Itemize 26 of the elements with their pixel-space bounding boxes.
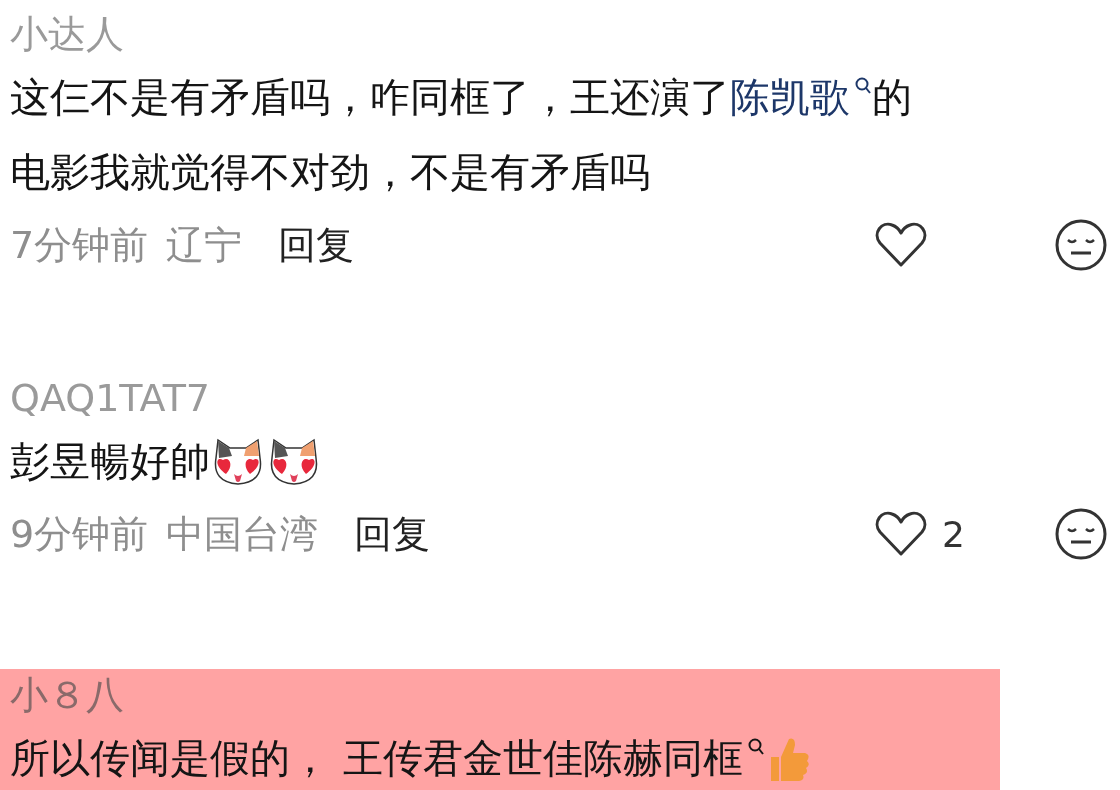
heart-icon — [874, 221, 928, 269]
username: 小８八 — [10, 672, 124, 719]
comment-text: 的 — [872, 73, 912, 122]
search-icon — [746, 737, 765, 757]
comment-text: 这仨不是有矛盾吗，咋同框了，王还演了 — [10, 73, 730, 122]
reply-button[interactable]: 回复 — [278, 219, 355, 271]
dislike-button[interactable] — [1054, 218, 1108, 272]
comment-text: 所以传闻是假的， 王传君金世佳陈赫 — [10, 734, 663, 783]
comment-text: 电影我就觉得不对劲，不是有矛盾吗 — [10, 148, 650, 197]
neutral-face-icon — [1054, 218, 1108, 272]
like-button[interactable]: 2 — [874, 510, 965, 558]
username: QAQ1TAT7 — [10, 375, 211, 422]
location: 辽宁 — [166, 221, 243, 269]
neutral-face-icon — [1054, 507, 1108, 561]
username: 小达人 — [10, 11, 124, 58]
dislike-button[interactable] — [1054, 507, 1108, 561]
like-button[interactable] — [874, 221, 928, 269]
keyword-link[interactable]: 同框 — [662, 731, 765, 786]
reply-button[interactable]: 回复 — [354, 508, 431, 560]
timestamp: 7分钟前 — [10, 221, 149, 269]
timestamp: 9分钟前 — [10, 510, 149, 558]
comment-text: 彭昱暢好帥 — [10, 437, 210, 486]
heart-icon — [874, 510, 928, 558]
location: 中国台湾 — [166, 510, 319, 558]
search-icon — [854, 76, 872, 96]
keyword-link[interactable]: 陈凯歌 — [730, 70, 872, 125]
